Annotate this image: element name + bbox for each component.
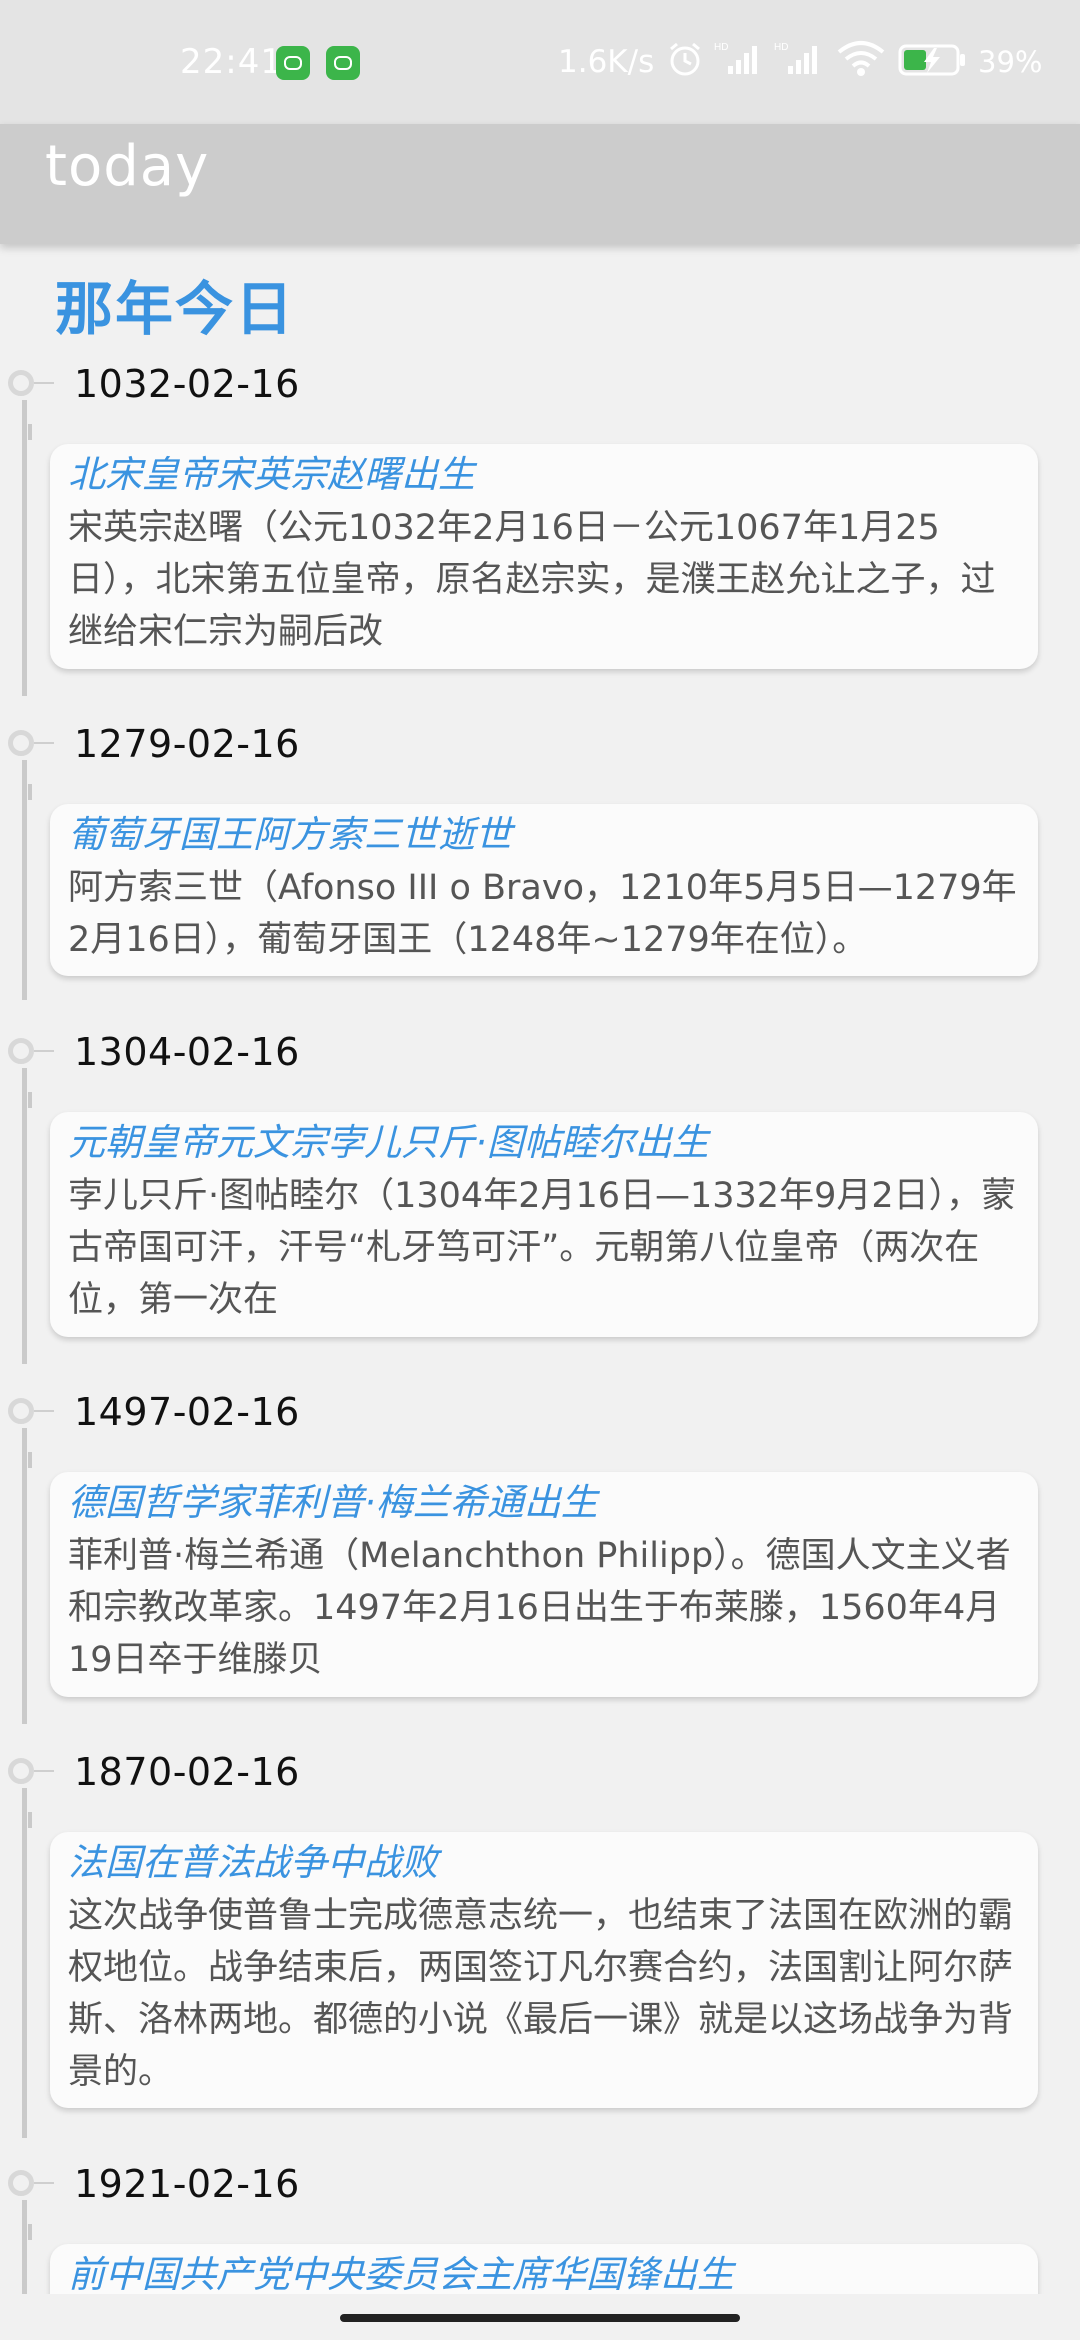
timeline-dot [8,1038,34,1064]
timeline: 1032-02-16 北宋皇帝宋英宗赵曙出生 宋英宗赵曙（公元1032年2月16… [0,0,1080,2340]
event-date: 1304-02-16 [74,1030,300,1074]
timeline-connector [34,1050,54,1052]
timeline-line [22,760,27,1000]
event-description: 菲利普·梅兰希通（Melanchthon Philipp）。德国人文主义者和宗教… [68,1536,1011,1680]
timeline-connector [34,2182,54,2184]
event-description: 阿方索三世（Afonso III o Bravo，1210年5月5日—1279年… [68,868,1017,960]
event-card[interactable]: 法国在普法战争中战败 这次战争使普鲁士完成德意志统一，也结束了法国在欧洲的霸权地… [50,1832,1038,2108]
navigation-bar [0,2294,1080,2340]
timeline-dash [28,1812,32,1828]
event-card[interactable]: 德国哲学家菲利普·梅兰希通出生 菲利普·梅兰希通（Melanchthon Phi… [50,1472,1038,1697]
timeline-connector [34,742,54,744]
timeline-dash [28,1092,32,1108]
event-description: 这次战争使普鲁士完成德意志统一，也结束了法国在欧洲的霸权地位。战争结束后，两国签… [68,1896,1014,2092]
timeline-dash [28,1452,32,1468]
event-title: 法国在普法战争中战败 [68,1841,438,1884]
event-title: 元朝皇帝元文宗孛儿只斤·图帖睦尔出生 [68,1121,709,1164]
event-description: 宋英宗赵曙（公元1032年2月16日－公元1067年1月25日），北宋第五位皇帝… [68,508,996,652]
timeline-dash [28,784,32,800]
timeline-dot [8,1758,34,1784]
timeline-line [22,400,27,696]
event-date: 1497-02-16 [74,1390,300,1434]
timeline-connector [34,1770,54,1772]
app-title: today [45,134,210,199]
event-description: 孛儿只斤·图帖睦尔（1304年2月16日—1332年9月2日），蒙古帝国可汗，汗… [68,1176,1017,1320]
timeline-dot [8,730,34,756]
timeline-dot [8,370,34,396]
event-title: 前中国共产党中央委员会主席华国锋出生 [68,2253,734,2296]
timeline-dash [28,424,32,440]
app-bar: today [0,124,1080,244]
event-date: 1921-02-16 [74,2162,300,2206]
event-date: 1279-02-16 [74,722,300,766]
timeline-line [22,1068,27,1364]
event-card[interactable]: 葡萄牙国王阿方索三世逝世 阿方索三世（Afonso III o Bravo，12… [50,804,1038,976]
timeline-dot [8,1398,34,1424]
timeline-dash [28,2224,32,2240]
event-title: 德国哲学家菲利普·梅兰希通出生 [68,1481,598,1524]
event-card[interactable]: 元朝皇帝元文宗孛儿只斤·图帖睦尔出生 孛儿只斤·图帖睦尔（1304年2月16日—… [50,1112,1038,1337]
event-date: 1870-02-16 [74,1750,300,1794]
timeline-line [22,1428,27,1724]
event-title: 北宋皇帝宋英宗赵曙出生 [68,453,475,496]
timeline-dot [8,2170,34,2196]
timeline-connector [34,1410,54,1412]
event-card[interactable]: 北宋皇帝宋英宗赵曙出生 宋英宗赵曙（公元1032年2月16日－公元1067年1月… [50,444,1038,669]
timeline-connector [34,382,54,384]
home-indicator[interactable] [340,2314,740,2322]
timeline-line [22,1788,27,2138]
event-title: 葡萄牙国王阿方索三世逝世 [68,813,512,856]
event-date: 1032-02-16 [74,362,300,406]
